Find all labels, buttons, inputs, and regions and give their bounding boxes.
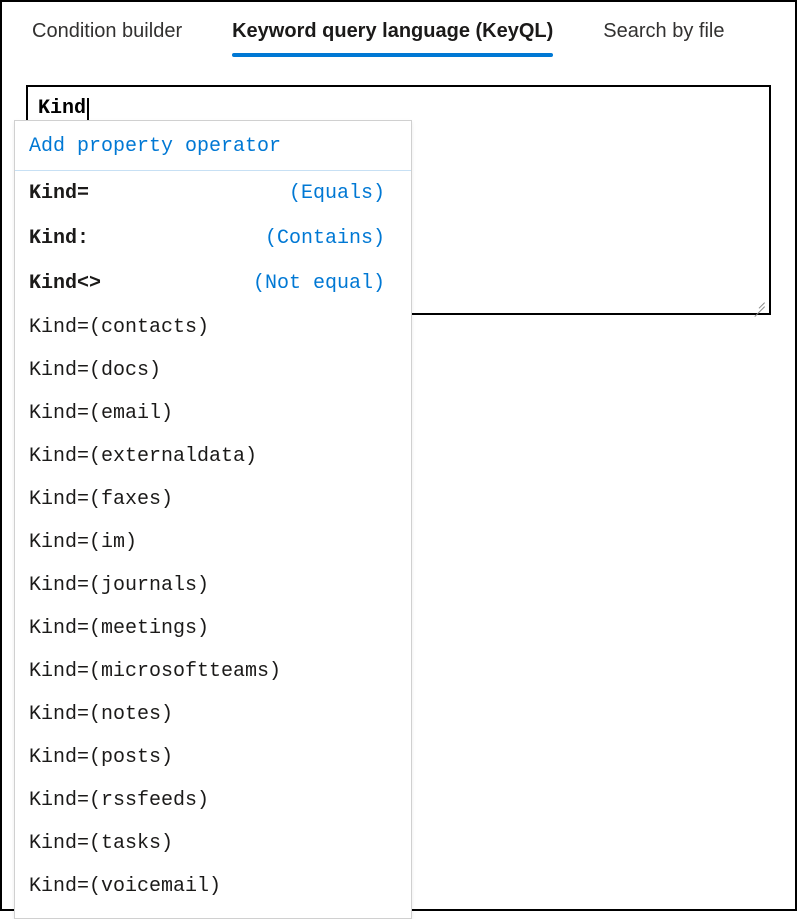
value-option[interactable]: Kind=(contacts) bbox=[15, 306, 411, 349]
operator-desc: (Not equal) bbox=[253, 272, 397, 295]
tab-search-by-file[interactable]: Search by file bbox=[603, 20, 724, 55]
operator-key: Kind= bbox=[29, 182, 89, 205]
value-option[interactable]: Kind=(externaldata) bbox=[15, 435, 411, 478]
value-option[interactable]: Kind=(notes) bbox=[15, 693, 411, 736]
value-option[interactable]: Kind=(posts) bbox=[15, 736, 411, 779]
value-option[interactable]: Kind=(microsoftteams) bbox=[15, 650, 411, 693]
text-cursor bbox=[87, 98, 89, 120]
value-option[interactable]: Kind=(tasks) bbox=[15, 822, 411, 865]
operator-desc: (Contains) bbox=[265, 227, 397, 250]
tab-strip: Condition builder Keyword query language… bbox=[2, 2, 795, 55]
value-option[interactable]: Kind=(voicemail) bbox=[15, 865, 411, 908]
operator-option-not-equal[interactable]: Kind<> (Not equal) bbox=[15, 261, 411, 306]
tab-condition-builder[interactable]: Condition builder bbox=[32, 20, 182, 55]
tab-keyql[interactable]: Keyword query language (KeyQL) bbox=[232, 20, 553, 55]
value-option[interactable]: Kind=(faxes) bbox=[15, 478, 411, 521]
query-text: Kind bbox=[38, 97, 86, 120]
value-option[interactable]: Kind=(meetings) bbox=[15, 607, 411, 650]
operator-key: Kind: bbox=[29, 227, 89, 250]
operator-option-equals[interactable]: Kind= (Equals) bbox=[15, 171, 411, 216]
value-option[interactable]: Kind=(docs) bbox=[15, 349, 411, 392]
autocomplete-dropdown: Add property operator Kind= (Equals) Kin… bbox=[14, 120, 412, 919]
operator-key: Kind<> bbox=[29, 272, 101, 295]
value-option[interactable]: Kind=(im) bbox=[15, 521, 411, 564]
resize-handle-icon bbox=[751, 295, 765, 309]
value-option[interactable]: Kind=(email) bbox=[15, 392, 411, 435]
operator-option-contains[interactable]: Kind: (Contains) bbox=[15, 216, 411, 261]
dropdown-header: Add property operator bbox=[15, 121, 411, 171]
operator-desc: (Equals) bbox=[289, 182, 397, 205]
value-option[interactable]: Kind=(journals) bbox=[15, 564, 411, 607]
value-option[interactable]: Kind=(rssfeeds) bbox=[15, 779, 411, 822]
